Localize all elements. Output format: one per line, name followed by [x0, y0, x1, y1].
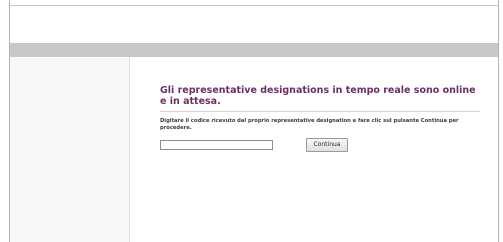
- code-input[interactable]: [160, 140, 273, 150]
- page-heading: Gli representative designations in tempo…: [160, 85, 476, 107]
- heading-divider: [160, 111, 480, 112]
- main-content: Gli representative designations in tempo…: [160, 85, 480, 156]
- instructions-text: Digitare il codice ricevuto dal proprio …: [160, 118, 459, 131]
- continue-button[interactable]: Continua: [306, 138, 348, 152]
- left-sidebar-panel: [10, 57, 130, 242]
- header-band: [10, 43, 498, 57]
- code-entry-row: Continua: [160, 138, 480, 156]
- top-divider: [9, 5, 499, 6]
